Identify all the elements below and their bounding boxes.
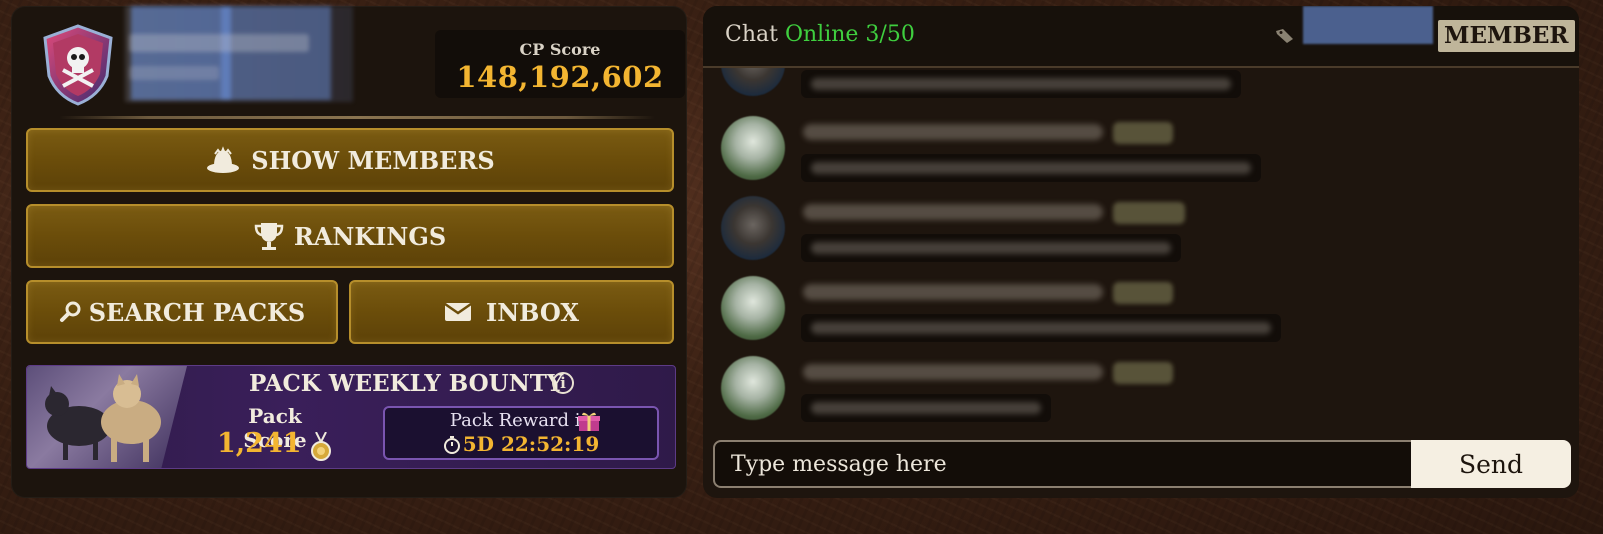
chat-input-row: Send: [713, 440, 1571, 488]
message-tag-redacted: [1113, 122, 1173, 144]
chat-header: Chat Online 3/50 MEMBER: [703, 6, 1579, 68]
chat-message: [721, 356, 1541, 426]
message-text-redacted: [801, 154, 1261, 182]
message-text-redacted: [801, 394, 1051, 422]
message-text-redacted: [801, 70, 1241, 98]
trophy-icon: [254, 220, 284, 252]
inbox-button[interactable]: INBOX: [349, 280, 674, 344]
member-role-badge: MEMBER: [1438, 20, 1575, 52]
avatar[interactable]: [721, 116, 785, 180]
avatar[interactable]: [721, 196, 785, 260]
avatar[interactable]: [721, 356, 785, 420]
pack-panel: CP Score 148,192,602 SHOW MEMBERS RANKIN…: [11, 6, 687, 498]
message-tag-redacted: [1113, 282, 1173, 304]
message-meta-redacted: [803, 364, 1103, 380]
search-packs-label: SEARCH PACKS: [88, 297, 306, 327]
pack-score-value: 1,241: [217, 428, 302, 459]
avatar[interactable]: [721, 276, 785, 340]
show-members-button[interactable]: SHOW MEMBERS: [26, 128, 674, 192]
pack-name-redacted: [125, 6, 353, 102]
wolves-image: [27, 366, 187, 468]
chat-title: Chat Online 3/50: [725, 22, 915, 47]
search-packs-button[interactable]: SEARCH PACKS: [26, 280, 338, 344]
chat-message: [721, 196, 1541, 266]
member-name-redacted: [1303, 6, 1433, 44]
message-tag-redacted: [1113, 202, 1185, 224]
chat-title-label: Chat: [725, 22, 778, 47]
tag-icon: [1275, 28, 1295, 48]
message-meta-redacted: [803, 204, 1103, 220]
mail-icon: [444, 302, 472, 322]
search-icon: [59, 300, 83, 324]
divider: [59, 116, 655, 119]
avatar[interactable]: [721, 68, 785, 96]
message-input[interactable]: [713, 440, 1413, 488]
rankings-label: RANKINGS: [293, 221, 447, 251]
chat-online-count: Online 3/50: [784, 22, 915, 47]
cp-score-label: CP Score: [519, 40, 601, 59]
bounty-title: PACK WEEKLY BOUNTY: [249, 370, 564, 397]
chat-message-list[interactable]: [703, 68, 1579, 438]
members-icon: [205, 146, 241, 174]
send-button[interactable]: Send: [1411, 440, 1571, 488]
message-tag-redacted: [1113, 362, 1173, 384]
pack-reward-time: 5D 22:52:19: [385, 432, 657, 456]
medal-icon: [310, 431, 332, 466]
skull-crest-icon: [39, 24, 117, 106]
message-meta-redacted: [803, 124, 1103, 140]
message-text-redacted: [801, 314, 1281, 342]
pack-reward-label: Pack Reward in: [449, 410, 593, 431]
show-members-label: SHOW MEMBERS: [251, 145, 495, 175]
pack-reward-box[interactable]: Pack Reward in 5D 22:52:19: [383, 406, 659, 460]
message-text-redacted: [801, 234, 1181, 262]
chat-message: [721, 276, 1541, 346]
chat-message: [721, 68, 1541, 102]
weekly-bounty-card: PACK WEEKLY BOUNTY i Pack Score 1,241 Pa…: [26, 365, 676, 469]
rankings-button[interactable]: RANKINGS: [26, 204, 674, 268]
chat-panel: Chat Online 3/50 MEMBER Type message her…: [703, 6, 1579, 498]
reward-countdown: 5D 22:52:19: [462, 432, 600, 456]
inbox-label: INBOX: [486, 297, 579, 327]
cp-score-value: 148,192,602: [456, 60, 664, 94]
message-meta-redacted: [803, 284, 1103, 300]
info-icon[interactable]: i: [552, 372, 574, 394]
cp-score-box: CP Score 148,192,602: [435, 30, 685, 98]
chat-message: [721, 116, 1541, 186]
